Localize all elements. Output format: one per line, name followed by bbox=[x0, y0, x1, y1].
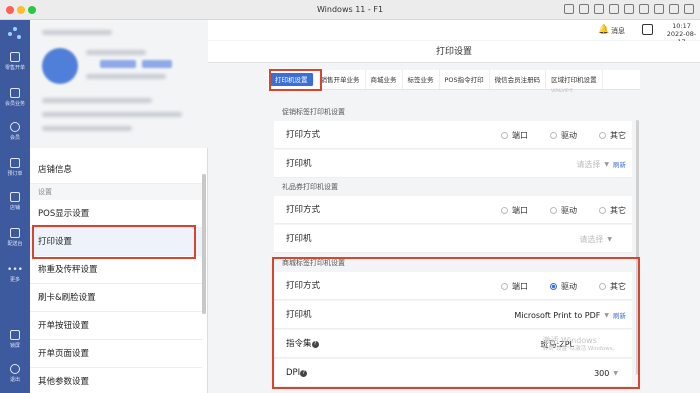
chevron-down-icon: ▼ bbox=[604, 160, 609, 168]
settings-tabs: 打印机设置 销售开单业务 商城业务 标签业务 POS指令打印 微信会员注册码 区… bbox=[268, 70, 640, 90]
promo-printer-row: 打印机 请选择 ▼ 刷新 bbox=[274, 150, 632, 178]
refresh-link[interactable]: 刷新 bbox=[613, 159, 626, 169]
menu-store-info[interactable]: 店铺信息 bbox=[30, 156, 202, 184]
menu-section-settings: 设置 bbox=[30, 184, 202, 200]
windows-activation-watermark: 激活 Windows 转到"设置"以激活 Windows。 bbox=[542, 336, 618, 352]
menu-pos-display[interactable]: POS显示设置 bbox=[30, 200, 202, 228]
tab-printer-settings[interactable]: 打印机设置 bbox=[270, 73, 314, 86]
order-icon bbox=[10, 158, 20, 168]
audio-icon[interactable] bbox=[639, 4, 649, 14]
main-area: 🔔 消息 10:17 2022-08-17 打印设置 打印机设置 销售开单业务 … bbox=[208, 20, 700, 393]
gift-print-mode-row: 打印方式 端口 驱动 其它 bbox=[274, 196, 632, 224]
app-logo-icon bbox=[8, 27, 22, 41]
app-rail: 零售开单 会员业务 会员 预订单 店铺 配送台 ••• 更多 锁屏 退出 bbox=[0, 20, 30, 393]
titlebar-tools bbox=[564, 4, 694, 14]
messages-link[interactable]: 消息 bbox=[611, 26, 625, 36]
radio-port[interactable] bbox=[501, 206, 508, 214]
radio-other[interactable] bbox=[599, 131, 606, 139]
store-icon bbox=[10, 192, 20, 202]
help-icon[interactable]: ? bbox=[311, 341, 319, 348]
screenshot-icon[interactable] bbox=[564, 4, 574, 14]
rail-item-lock[interactable]: 锁屏 bbox=[0, 330, 30, 349]
more-icon: ••• bbox=[7, 265, 23, 275]
avatar bbox=[42, 48, 78, 84]
mall-printer-select[interactable]: Microsoft Print to PDF ▼ 刷新 bbox=[514, 301, 626, 329]
tab-label-business[interactable]: 标签业务 bbox=[403, 70, 440, 89]
rail-item-more[interactable]: ••• 更多 bbox=[0, 264, 30, 283]
tab-wechat-member-code[interactable]: 微信会员注册码 bbox=[490, 70, 547, 89]
radio-driver[interactable] bbox=[550, 206, 557, 214]
promo-print-mode-radios: 端口 驱动 其它 bbox=[483, 121, 626, 149]
tab-area-printer[interactable]: 区域打印机设置 bbox=[546, 70, 603, 89]
bell-icon[interactable]: 🔔 bbox=[598, 25, 609, 35]
radio-other[interactable] bbox=[599, 206, 606, 214]
chevron-down-icon: ▼ bbox=[613, 369, 618, 377]
tab-pos-command[interactable]: POS指令打印 bbox=[440, 70, 490, 89]
gift-printer-select[interactable]: 请选择 ▼ bbox=[579, 225, 612, 253]
radio-driver-selected[interactable] bbox=[550, 282, 557, 290]
settings-content: 促销标签打印机设置 打印方式 端口 驱动 其它 打印机 请选择 ▼ 刷新 礼品券… bbox=[274, 92, 632, 393]
gift-printer-row: 打印机 请选择 ▼ bbox=[274, 225, 632, 253]
radio-port[interactable] bbox=[501, 131, 508, 139]
store-panel: 店铺信息 设置 POS显示设置 打印设置 称重及传秤设置 刷卡&刷脸设置 开单按… bbox=[30, 20, 208, 393]
cart-icon bbox=[10, 52, 20, 62]
lock-icon bbox=[10, 330, 20, 340]
rail-item-logout[interactable]: 退出 bbox=[0, 364, 30, 383]
page-title: 打印设置 bbox=[208, 41, 700, 63]
promo-printer-select[interactable]: 请选择 ▼ 刷新 bbox=[576, 150, 626, 178]
share-icon[interactable] bbox=[669, 4, 679, 14]
rail-item-member[interactable]: 会员 bbox=[0, 122, 30, 141]
menu-open-button[interactable]: 开单按钮设置 bbox=[30, 312, 202, 340]
logout-icon bbox=[10, 364, 20, 374]
usb-icon[interactable] bbox=[579, 4, 589, 14]
delivery-icon bbox=[10, 228, 20, 238]
radio-port[interactable] bbox=[501, 282, 508, 290]
mall-printer-row: 打印机 Microsoft Print to PDF ▼ 刷新 bbox=[274, 301, 632, 329]
menu-scale-settings[interactable]: 称重及传秤设置 bbox=[30, 256, 202, 284]
promo-print-mode-row: 打印方式 端口 驱动 其它 bbox=[274, 121, 632, 149]
top-bar: 🔔 消息 10:17 2022-08-17 bbox=[208, 20, 700, 46]
radio-other[interactable] bbox=[599, 282, 606, 290]
gift-print-mode-radios: 端口 驱动 其它 bbox=[483, 196, 626, 224]
menu-open-page[interactable]: 开单页面设置 bbox=[30, 340, 202, 368]
record-icon[interactable] bbox=[609, 4, 619, 14]
mall-dpi-row: DPI? 300 ▼ bbox=[274, 359, 632, 387]
rail-item-delivery[interactable]: 配送台 bbox=[0, 228, 30, 247]
rail-item-member-business[interactable]: 会员业务 bbox=[0, 88, 30, 107]
mall-dpi-select[interactable]: 300 ▼ bbox=[594, 359, 618, 387]
store-profile-blurred bbox=[30, 20, 208, 148]
menu-card-settings[interactable]: 刷卡&刷脸设置 bbox=[30, 284, 202, 312]
section-title-promo: 促销标签打印机设置 bbox=[282, 108, 345, 116]
settings-icon[interactable] bbox=[684, 4, 694, 14]
help-icon[interactable]: ? bbox=[300, 370, 308, 377]
network-icon[interactable] bbox=[654, 4, 664, 14]
rail-item-retail[interactable]: 零售开单 bbox=[0, 52, 30, 71]
rail-item-store[interactable]: 店铺 bbox=[0, 192, 30, 211]
member-icon bbox=[10, 122, 20, 132]
section-title-gift: 礼品券打印机设置 bbox=[282, 183, 338, 191]
refresh-link[interactable]: 刷新 bbox=[613, 310, 626, 320]
camera-icon[interactable] bbox=[624, 4, 634, 14]
menu-scrollbar[interactable] bbox=[202, 174, 206, 314]
section-title-mall: 商城标签打印机设置 bbox=[282, 259, 345, 267]
grid-icon bbox=[10, 88, 20, 98]
mall-command-row: 指令集? 斑马:ZPL 激活 Windows 转到"设置"以激活 Windows… bbox=[274, 330, 632, 358]
tab-mall-business[interactable]: 商城业务 bbox=[366, 70, 403, 89]
rail-item-preorder[interactable]: 预订单 bbox=[0, 158, 30, 177]
mall-print-mode-row: 打印方式 端口 驱动 其它 bbox=[274, 272, 632, 300]
window-titlebar: Windows 11 - F1 bbox=[0, 0, 700, 20]
chevron-down-icon: ▼ bbox=[604, 311, 609, 319]
content-scrollbar[interactable] bbox=[636, 120, 639, 375]
lock-icon[interactable] bbox=[594, 4, 604, 14]
window-switch-icon[interactable] bbox=[642, 24, 653, 35]
tab-sales-order[interactable]: 销售开单业务 bbox=[316, 70, 366, 89]
menu-other-params[interactable]: 其他参数设置 bbox=[30, 368, 202, 393]
chevron-down-icon: ▼ bbox=[607, 235, 612, 243]
mall-print-mode-radios: 端口 驱动 其它 bbox=[483, 272, 626, 300]
menu-print-settings[interactable]: 打印设置 bbox=[30, 228, 202, 256]
radio-driver[interactable] bbox=[550, 131, 557, 139]
